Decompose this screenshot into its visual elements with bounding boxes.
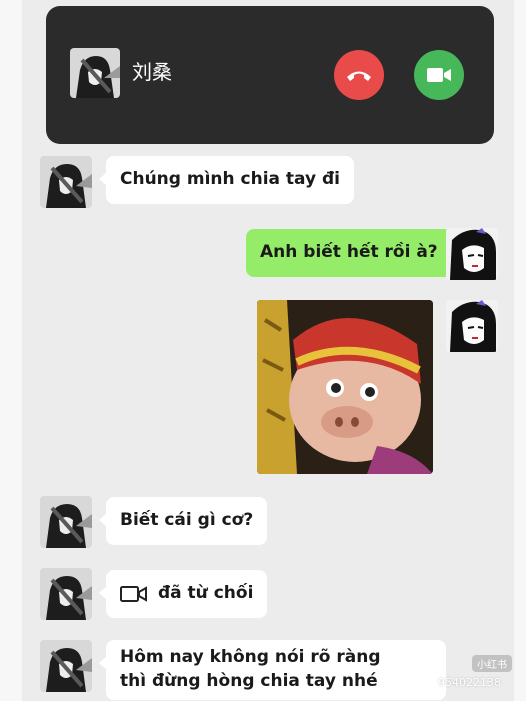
message-bubble-outgoing[interactable]: Anh biết hết rồi à?: [246, 229, 459, 277]
incoming-call-banner[interactable]: 刘桑: [46, 6, 494, 144]
message-bubble-incoming[interactable]: Biết cái gì cơ?: [98, 497, 268, 545]
caller-avatar: [70, 48, 120, 98]
contact-avatar[interactable]: [40, 568, 92, 620]
watermark-id: 954022138: [438, 676, 501, 689]
decline-call-button[interactable]: [334, 50, 384, 100]
message-text: Anh biết hết rồi à?: [260, 242, 438, 262]
message-text: Chúng mình chia tay đi: [120, 169, 341, 189]
contact-avatar[interactable]: [40, 156, 92, 208]
message-text-line: thì đừng hòng chia tay nhé: [120, 670, 378, 691]
message-bubble-incoming[interactable]: Chúng mình chia tay đi: [98, 156, 355, 204]
video-call-icon: [120, 585, 147, 602]
contact-avatar[interactable]: [40, 640, 92, 692]
accept-video-call-button[interactable]: [414, 50, 464, 100]
left-margin: [0, 0, 22, 701]
phone-hangup-icon: [347, 71, 371, 81]
video-call-declined-message[interactable]: đã từ chối: [98, 570, 268, 618]
message-text: đã từ chối: [158, 583, 254, 603]
video-camera-icon: [427, 68, 451, 82]
my-avatar[interactable]: [446, 228, 498, 280]
caller-name: 刘桑: [132, 60, 172, 84]
my-avatar[interactable]: [446, 300, 498, 352]
right-margin: [514, 0, 526, 701]
xiaohongshu-watermark-badge: 小红书: [472, 655, 512, 672]
message-bubble-incoming[interactable]: Hôm nay không nói rõ ràng thì đừng hòng …: [99, 640, 446, 700]
message-text-line: Hôm nay không nói rõ ràng: [120, 647, 381, 667]
contact-avatar[interactable]: [40, 496, 92, 548]
pig-sticker-image[interactable]: [257, 300, 433, 474]
message-text: Biết cái gì cơ?: [120, 510, 254, 530]
